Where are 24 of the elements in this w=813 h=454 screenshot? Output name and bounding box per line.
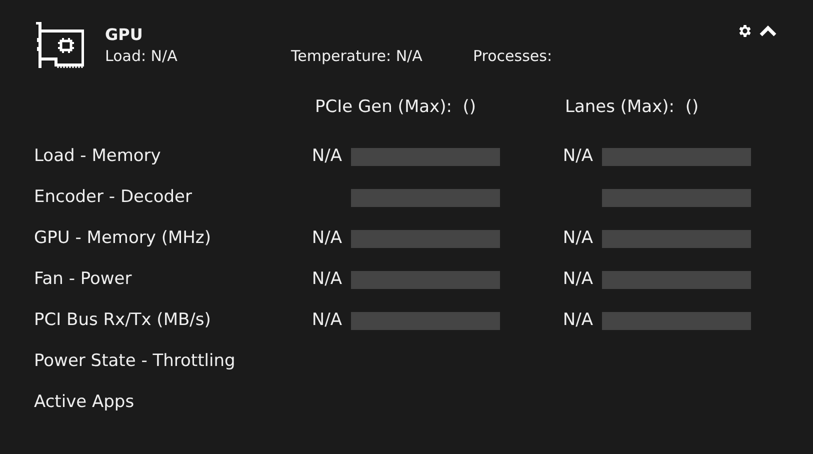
temperature-text: Temperature: N/A	[291, 46, 424, 66]
metric-value: N/A	[562, 268, 593, 289]
column-heading: Lanes (Max): ()	[565, 96, 699, 119]
load-text: Load: N/A	[105, 46, 178, 66]
settings-icon[interactable]	[737, 23, 753, 39]
column-heading: PCIe Gen (Max): ()	[315, 96, 478, 119]
metric-value: N/A	[562, 310, 593, 330]
graphics-card-icon	[34, 22, 84, 70]
collapse-chevron-icon[interactable]	[759, 25, 777, 37]
metric-value: N/A	[312, 146, 342, 166]
metric-value: N/A	[312, 228, 342, 248]
metric-value: N/A	[562, 228, 593, 248]
processes-text: Processes:	[473, 46, 552, 66]
metric-value: N/A	[562, 146, 593, 166]
row-label: Power State - Throttling	[34, 350, 236, 373]
panel-title: GPU	[105, 24, 144, 46]
row-label: Fan - Power	[34, 268, 133, 291]
metric-value: N/A	[312, 268, 342, 289]
row-label: GPU - Memory (MHz)	[34, 226, 212, 250]
row-label: Load - Memory	[34, 144, 162, 168]
metric-value: N/A	[312, 310, 342, 330]
row-label: PCI Bus Rx/Tx (MB/s)	[34, 308, 212, 332]
row-label: Active Apps	[34, 390, 136, 414]
row-label: Encoder - Decoder	[34, 186, 193, 209]
